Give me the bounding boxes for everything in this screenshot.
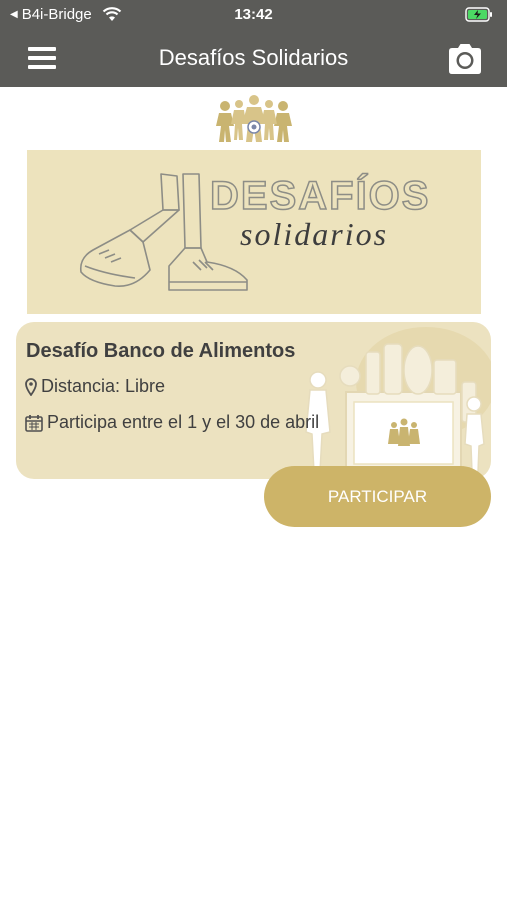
camera-icon — [449, 44, 481, 74]
challenges-banner: DESAFÍOS solidarios — [27, 150, 481, 314]
challenge-dates-label: Participa entre el 1 y el 30 de abril — [47, 412, 320, 432]
nav-bar: Desafíos Solidarios — [0, 30, 507, 87]
camera-button[interactable] — [445, 42, 485, 76]
status-bar: ◀ B4i-Bridge 13:42 — [0, 0, 507, 30]
calendar-icon — [25, 414, 43, 432]
battery-charging-icon — [465, 7, 492, 22]
map-marker-icon — [25, 377, 37, 396]
banner-subtitle: solidarios — [240, 216, 389, 252]
banner-title: DESAFÍOS — [209, 173, 431, 219]
challenge-title: Desafío Banco de Alimentos — [26, 340, 296, 362]
page-title: Desafíos Solidarios — [158, 45, 349, 70]
challenge-distance: Distancia: Libre — [25, 376, 165, 397]
status-time: 13:42 — [234, 6, 273, 23]
challenge-dates: Participa entre el 1 y el 30 de abril — [25, 412, 319, 433]
challenge-distance-label: Distancia: Libre — [41, 376, 166, 396]
food-donation-illustration — [305, 327, 491, 473]
organization-logo — [216, 95, 292, 142]
challenge-card[interactable]: Desafío Banco de Alimentos Distancia: Li… — [16, 322, 491, 479]
participate-button[interactable]: PARTICIPAR — [264, 466, 491, 527]
